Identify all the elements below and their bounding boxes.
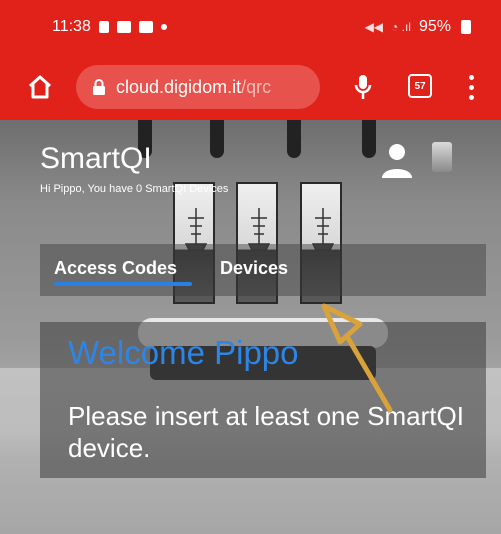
status-time: 11:38 [52,18,91,35]
youtube-icon [138,21,153,33]
mic-icon [354,75,372,99]
battery-icon [461,20,471,34]
menu-button[interactable] [463,72,479,102]
app-title: SmartQI [40,142,152,175]
welcome-card: Welcome Pippo Please insert at least one… [40,322,486,478]
url-path: /qrc [241,76,272,97]
user-icon[interactable] [380,142,414,178]
pendant-lamp [362,120,376,158]
pendant-lamp [287,120,301,158]
web-page: SmartQI Hi Pippo, You have 0 SmartQI Dev… [0,120,501,534]
menu-dot [468,94,474,100]
app-tabs: Access Codes Devices [40,244,486,296]
battery-percent: 95% [418,18,451,35]
tab-access-codes[interactable]: Access Codes [54,258,177,279]
browser-toolbar: cloud.digidom.it/qrc 57 [0,54,501,120]
menu-dot [468,74,474,80]
status-bar: 11:38 ◀◀ ◔ .ıl 95% [0,0,501,54]
menu-dot [468,84,474,90]
voice-search-button[interactable] [345,69,381,105]
gallery-icon [116,21,131,33]
pendant-lamp [210,120,224,158]
tabs-button[interactable]: 57 [408,74,432,98]
annotation-arrow-icon [321,303,393,413]
mute-icon: ◀◀ [364,20,384,34]
status-left: 11:38 [52,18,167,36]
url-bar[interactable]: cloud.digidom.it/qrc [76,65,320,109]
welcome-heading: Welcome Pippo [68,334,299,371]
home-button[interactable] [22,69,58,105]
lock-icon [92,78,106,96]
notification-dot-icon [160,24,167,30]
tab-devices[interactable]: Devices [220,258,288,279]
device-icon[interactable] [432,142,452,172]
active-tab-indicator [54,282,192,286]
home-icon [28,75,52,99]
tab-count: 57 [414,80,426,92]
url-domain: cloud.digidom.it [116,76,242,97]
status-right: ◀◀ ◔ .ıl 95% [365,18,471,36]
tiktok-icon [98,21,109,33]
wifi-signal-icon: ◔ .ıl [391,20,411,34]
device-count-greeting: Hi Pippo, You have 0 SmartQI Devices [40,183,229,195]
